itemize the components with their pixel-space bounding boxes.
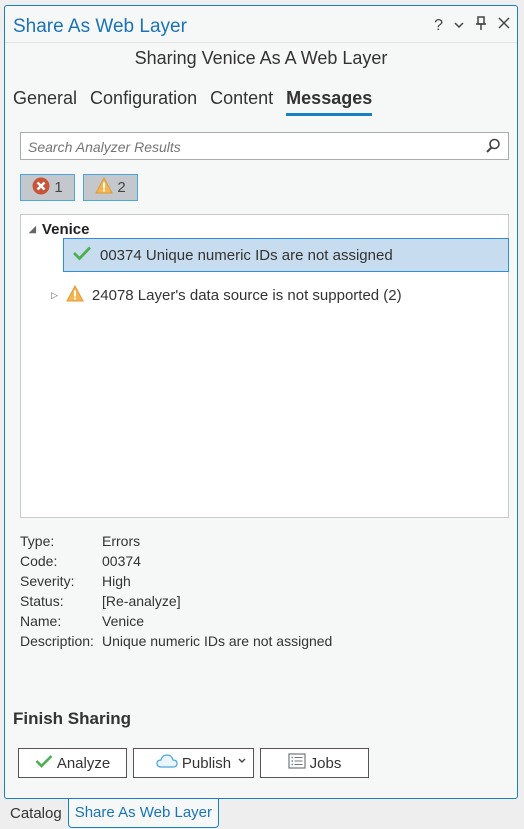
check-icon [35, 754, 53, 772]
chevron-down-icon[interactable] [237, 754, 247, 768]
jobs-button[interactable]: Jobs [260, 748, 369, 778]
detail-row-status: Status: [Re-analyze] [20, 593, 181, 609]
errors-count: 1 [54, 179, 63, 196]
search-icon[interactable] [484, 137, 502, 155]
share-pane: Share As Web Layer ? Sharing Venice As A… [4, 5, 518, 799]
detail-row-severity: Severity: High [20, 573, 131, 589]
tree-node-venice[interactable]: ◢ Venice [29, 221, 89, 238]
dock-tab-catalog[interactable]: Catalog [0, 799, 68, 828]
tree-item-selected[interactable]: 00374 Unique numeric IDs are not assigne… [63, 238, 509, 272]
title-bar: Share As Web Layer ? [5, 6, 517, 43]
finish-buttons: Analyze Publish Jobs [18, 748, 369, 778]
tree-item-label: 24078 Layer's data source is not support… [91, 286, 402, 304]
analyzer-results-tree: ◢ Venice 00374 Unique numeric IDs are no… [20, 214, 509, 518]
tree-item[interactable]: ▷ 24078 Layer's data source is not suppo… [51, 280, 402, 310]
tree-item-label: 00374 Unique numeric IDs are not assigne… [100, 246, 393, 264]
dock-tabs: Catalog Share As Web Layer [0, 799, 524, 829]
publish-button[interactable]: Publish [133, 748, 254, 778]
filter-toggles: 1 2 [20, 174, 138, 201]
tab-general[interactable]: General [13, 88, 77, 116]
chevron-down-icon[interactable] [453, 17, 465, 35]
warning-icon [66, 284, 84, 306]
error-icon [32, 177, 50, 199]
detail-row-name: Name: Venice [20, 613, 145, 629]
dock-tab-share-as-web-layer[interactable]: Share As Web Layer [67, 799, 220, 828]
cloud-icon [156, 754, 178, 772]
warnings-count: 2 [117, 179, 126, 196]
expanded-triangle-icon[interactable]: ◢ [29, 224, 36, 235]
sharing-subtitle: Sharing Venice As A Web Layer [134, 48, 388, 68]
finish-sharing-heading: Finish Sharing [13, 709, 132, 728]
pin-icon[interactable] [475, 15, 487, 36]
tab-bar: General Configuration Content Messages [13, 88, 373, 116]
list-icon [288, 753, 306, 773]
warnings-filter-toggle[interactable]: 2 [83, 174, 138, 201]
check-icon [72, 245, 92, 265]
detail-row-code: Code: 00374 [20, 553, 141, 569]
warning-icon [95, 176, 114, 198]
detail-row-type: Type: Errors [20, 533, 141, 549]
window-controls: ? [434, 15, 511, 36]
errors-filter-toggle[interactable]: 1 [20, 174, 75, 201]
pane-title: Share As Web Layer [13, 16, 187, 37]
detail-row-description: Description: Unique numeric IDs are not a… [20, 633, 333, 649]
tab-configuration[interactable]: Configuration [90, 88, 197, 116]
message-details: Type: Errors Code: 00374 Severity: High Sta… [20, 531, 332, 651]
tab-content[interactable]: Content [210, 88, 273, 116]
analyze-button[interactable]: Analyze [18, 748, 127, 778]
help-icon[interactable]: ? [434, 17, 443, 35]
close-icon[interactable] [497, 16, 511, 35]
tab-messages[interactable]: Messages [286, 88, 373, 116]
search-box [20, 132, 509, 161]
tree-node-label: Venice [41, 221, 90, 238]
search-input[interactable] [21, 133, 470, 161]
collapsed-triangle-icon[interactable]: ▷ [51, 290, 58, 301]
